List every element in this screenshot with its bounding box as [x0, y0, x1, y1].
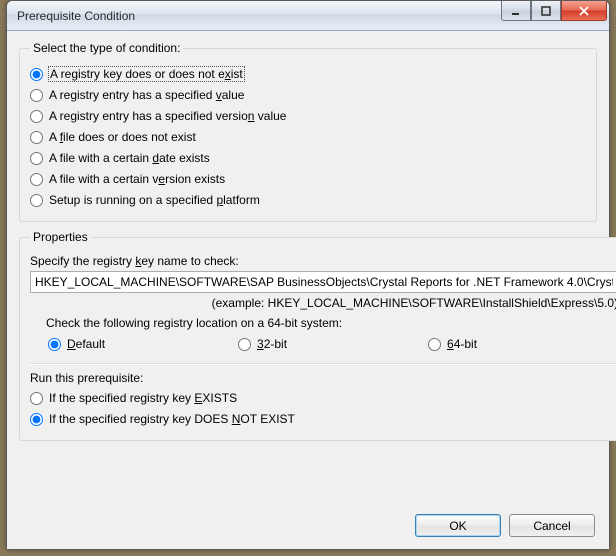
radio-registry-key-exists-label: A registry key does or does not exist — [49, 67, 244, 81]
client-area: Select the type of condition: A registry… — [7, 31, 609, 549]
properties-separator — [29, 363, 616, 365]
ok-button[interactable]: OK — [415, 514, 501, 537]
maximize-button[interactable] — [531, 1, 561, 21]
radio-file-version[interactable]: A file with a certain version exists — [30, 169, 586, 189]
radio-file-date-label: A file with a certain date exists — [49, 151, 210, 165]
run-prereq-label: Run this prerequisite: — [30, 371, 616, 385]
bitness-label: Check the following registry location on… — [46, 316, 616, 330]
radio-registry-version-label: A registry entry has a specified version… — [49, 109, 286, 123]
window-title: Prerequisite Condition — [17, 9, 135, 23]
bitness-radio-group: Default 32-bit 64-bit — [46, 333, 616, 355]
radio-bitness-32-label: 32-bit — [257, 337, 287, 351]
radio-bitness-32[interactable]: 32-bit — [238, 334, 428, 354]
registry-key-label: Specify the registry key name to check: — [30, 254, 616, 268]
radio-bitness-default[interactable]: Default — [48, 334, 238, 354]
radio-bitness-default-input[interactable] — [48, 338, 61, 351]
radio-run-if-exists-label: If the specified registry key EXISTS — [49, 391, 237, 405]
radio-platform[interactable]: Setup is running on a specified platform — [30, 190, 586, 210]
radio-registry-value-label: A registry entry has a specified value — [49, 88, 244, 102]
dialog-buttons: OK Cancel — [19, 510, 597, 539]
properties-legend: Properties — [30, 230, 91, 244]
radio-registry-value-input[interactable] — [30, 89, 43, 102]
condition-type-group: Select the type of condition: A registry… — [19, 41, 597, 222]
window-controls — [501, 1, 607, 21]
radio-bitness-32-input[interactable] — [238, 338, 251, 351]
condition-type-legend: Select the type of condition: — [30, 41, 183, 55]
radio-run-if-exists-input[interactable] — [30, 392, 43, 405]
registry-key-input[interactable] — [30, 271, 616, 293]
radio-registry-value[interactable]: A registry entry has a specified value — [30, 85, 586, 105]
radio-registry-key-exists-input[interactable] — [30, 68, 43, 81]
dialog-window: Prerequisite Condition Select the type o… — [6, 0, 610, 550]
radio-run-if-exists[interactable]: If the specified registry key EXISTS — [30, 388, 616, 408]
radio-bitness-default-label: Default — [67, 337, 105, 351]
radio-file-version-input[interactable] — [30, 173, 43, 186]
close-button[interactable] — [561, 1, 607, 21]
radio-registry-key-exists[interactable]: A registry key does or does not exist — [30, 64, 586, 84]
registry-key-example: (example: HKEY_LOCAL_MACHINE\SOFTWARE\In… — [30, 296, 616, 310]
radio-file-version-label: A file with a certain version exists — [49, 172, 225, 186]
cancel-button[interactable]: Cancel — [509, 514, 595, 537]
radio-bitness-64-label: 64-bit — [447, 337, 477, 351]
radio-registry-version-input[interactable] — [30, 110, 43, 123]
radio-run-if-not-exists-input[interactable] — [30, 413, 43, 426]
radio-file-date[interactable]: A file with a certain date exists — [30, 148, 586, 168]
radio-bitness-64[interactable]: 64-bit — [428, 334, 616, 354]
radio-run-if-not-exists-label: If the specified registry key DOES NOT E… — [49, 412, 295, 426]
radio-file-exists-input[interactable] — [30, 131, 43, 144]
radio-bitness-64-input[interactable] — [428, 338, 441, 351]
radio-platform-input[interactable] — [30, 194, 43, 207]
radio-run-if-not-exists[interactable]: If the specified registry key DOES NOT E… — [30, 409, 616, 429]
radio-file-exists-label: A file does or does not exist — [49, 130, 196, 144]
radio-platform-label: Setup is running on a specified platform — [49, 193, 260, 207]
spacer — [19, 449, 597, 510]
radio-registry-version[interactable]: A registry entry has a specified version… — [30, 106, 586, 126]
properties-group: Properties Specify the registry key name… — [19, 230, 616, 441]
titlebar[interactable]: Prerequisite Condition — [7, 1, 609, 31]
radio-file-exists[interactable]: A file does or does not exist — [30, 127, 586, 147]
minimize-button[interactable] — [501, 1, 531, 21]
radio-file-date-input[interactable] — [30, 152, 43, 165]
